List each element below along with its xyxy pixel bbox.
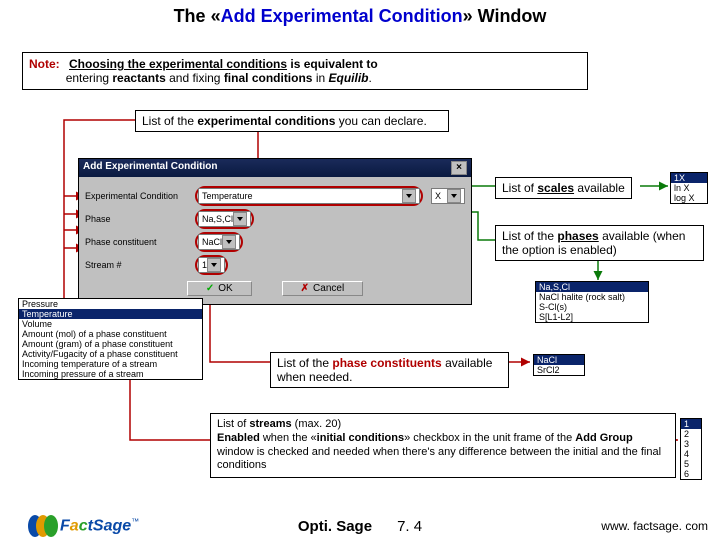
list-item[interactable]: Temperature: [19, 309, 202, 319]
list-item[interactable]: 5: [681, 459, 701, 469]
list-item[interactable]: S-Cl(s): [536, 302, 648, 312]
combo-scale[interactable]: X: [431, 188, 465, 204]
title-close: »: [463, 6, 478, 26]
note-text: is equivalent to: [287, 57, 378, 71]
row-stream-label: Stream #: [85, 260, 195, 270]
list-item[interactable]: NaCl halite (rock salt): [536, 292, 648, 302]
footer: FactSage™ Opti. Sage 7. 4 www. factsage.…: [0, 512, 720, 540]
combo-stream[interactable]: 1: [198, 257, 225, 273]
note-text: Equilib: [329, 71, 369, 85]
title-win: Window: [478, 6, 547, 26]
list-item[interactable]: NaCl: [534, 355, 584, 365]
chevron-down-icon[interactable]: [402, 189, 416, 203]
combo-exp[interactable]: Temperature: [198, 188, 420, 204]
dropdown-phases-list[interactable]: Na,S,ClNaCl halite (rock salt)S-Cl(s)S[L…: [535, 281, 649, 323]
list-item[interactable]: Amount (mol) of a phase constituent: [19, 329, 202, 339]
note-text: .: [369, 71, 372, 85]
list-item[interactable]: 1X: [671, 173, 707, 183]
list-item[interactable]: ln X: [671, 183, 707, 193]
list-item[interactable]: Volume: [19, 319, 202, 329]
list-item[interactable]: Activity/Fugacity of a phase constituent: [19, 349, 202, 359]
check-icon: ✓: [206, 283, 214, 294]
combo-cons[interactable]: NaCl: [198, 234, 240, 250]
list-item[interactable]: Amount (gram) of a phase constituent: [19, 339, 202, 349]
title-name: Add Experimental Condition: [221, 6, 463, 26]
note-text: final conditions: [224, 71, 313, 85]
ring-exp: Temperature: [195, 186, 423, 206]
list-item[interactable]: Pressure: [19, 299, 202, 309]
row-phase-label: Phase: [85, 214, 195, 224]
footer-url: www. factsage. com: [601, 519, 708, 533]
list-item[interactable]: 3: [681, 439, 701, 449]
callout-constituents: List of the phase constituents available…: [270, 352, 509, 388]
dropdown-streams-list[interactable]: 123456: [680, 418, 702, 480]
callout-streams: List of streams (max. 20) Enabled when t…: [210, 413, 676, 478]
factsage-logo: FactSage™: [28, 515, 139, 537]
callout-exp: List of the experimental conditions you …: [135, 110, 449, 132]
x-icon: ✗: [301, 283, 309, 294]
ring-cons: NaCl: [195, 232, 243, 252]
chevron-down-icon[interactable]: [207, 258, 221, 272]
chevron-down-icon[interactable]: [222, 235, 236, 249]
list-item[interactable]: 6: [681, 469, 701, 479]
list-item[interactable]: 2: [681, 429, 701, 439]
list-item[interactable]: Na,S,Cl: [536, 282, 648, 292]
footer-center: Opti. Sage 7. 4: [298, 518, 422, 535]
combo-phase[interactable]: Na,S,Cl: [198, 211, 251, 227]
note-text: and fixing: [166, 71, 224, 85]
note-box: Note: Choosing the experimental conditio…: [22, 52, 588, 90]
list-item[interactable]: 1: [681, 419, 701, 429]
list-item[interactable]: log X: [671, 193, 707, 203]
note-label: Note:: [29, 57, 60, 71]
list-item[interactable]: SrCl2: [534, 365, 584, 375]
ring-stream: 1: [195, 255, 228, 275]
row-exp-label: Experimental Condition: [85, 191, 195, 201]
list-item[interactable]: S[L1-L2]: [536, 312, 648, 322]
dropdown-exp-list[interactable]: PressureTemperatureVolumeAmount (mol) of…: [18, 298, 203, 380]
title-open: The «: [174, 6, 221, 26]
dialog-titlebar: Add Experimental Condition ×: [79, 159, 471, 177]
callout-phases: List of the phases available (when the o…: [495, 225, 704, 261]
list-item[interactable]: 4: [681, 449, 701, 459]
note-text: entering: [66, 71, 113, 85]
ring-phase: Na,S,Cl: [195, 209, 254, 229]
ok-button[interactable]: ✓OK: [187, 281, 252, 296]
chevron-down-icon[interactable]: [447, 189, 461, 203]
dialog-title-text: Add Experimental Condition: [83, 161, 217, 175]
page-title: The «Add Experimental Condition» Window: [0, 6, 720, 27]
add-condition-dialog: Add Experimental Condition × Experimenta…: [78, 158, 472, 305]
list-item[interactable]: Incoming temperature of a stream: [19, 359, 202, 369]
close-icon[interactable]: ×: [451, 161, 467, 175]
cancel-button[interactable]: ✗Cancel: [282, 281, 364, 296]
note-text: reactants: [112, 71, 165, 85]
callout-scales: List of scales available: [495, 177, 632, 199]
note-text: Choosing the experimental conditions: [69, 57, 287, 71]
row-cons-label: Phase constituent: [85, 237, 195, 247]
chevron-down-icon[interactable]: [233, 212, 247, 226]
list-item[interactable]: Incoming pressure of a stream: [19, 369, 202, 379]
dropdown-scales-list[interactable]: 1Xln Xlog X: [670, 172, 708, 204]
dropdown-cons-list[interactable]: NaClSrCl2: [533, 354, 585, 376]
note-text: in: [312, 71, 328, 85]
